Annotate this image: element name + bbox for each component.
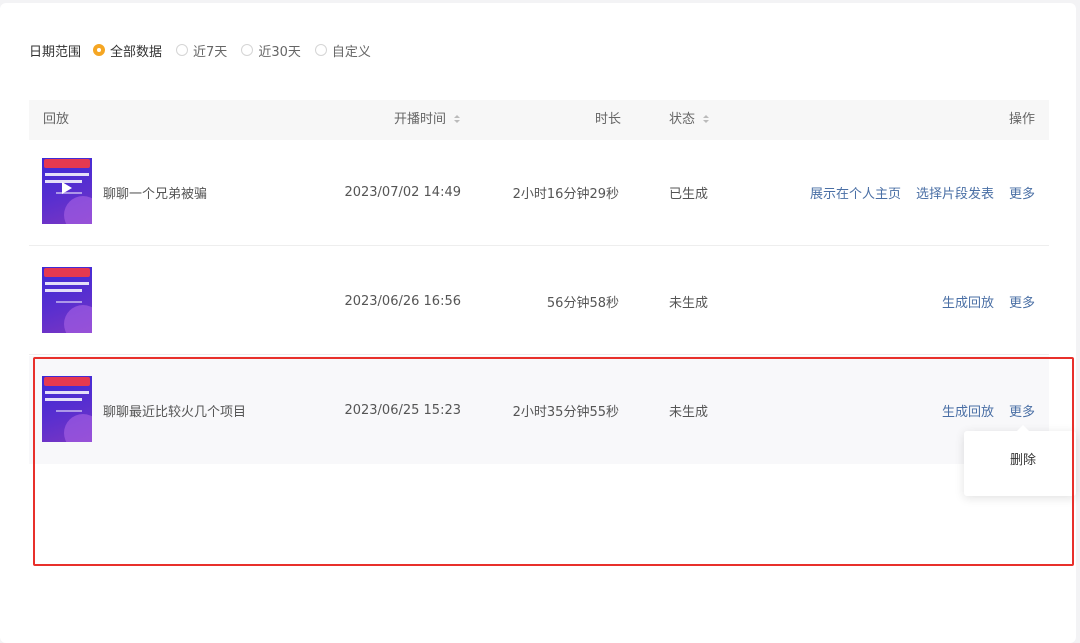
radio-custom[interactable]: 自定义 xyxy=(314,41,371,60)
header-replay: 回放 xyxy=(43,112,70,127)
replay-title: 聊聊最近比较火几个项目 xyxy=(103,404,247,420)
start-time: 2023/06/26 16:56 xyxy=(344,293,461,309)
more-link[interactable]: 更多 xyxy=(1009,292,1035,311)
start-time: 2023/07/02 14:49 xyxy=(344,184,461,200)
play-icon xyxy=(62,182,72,194)
generate-replay-link[interactable]: 生成回放 xyxy=(942,401,994,420)
duration: 2小时16分钟29秒 xyxy=(512,186,619,202)
table-row: 聊聊最近比较火几个项目 2023/06/25 15:23 2小时35分钟55秒 … xyxy=(29,356,1049,464)
sort-icon[interactable] xyxy=(454,114,461,123)
select-clip-link[interactable]: 选择片段发表 xyxy=(916,183,994,202)
duration: 2小时35分钟55秒 xyxy=(512,404,619,420)
table-row: 聊聊一个兄弟被骗 2023/07/02 14:49 2小时16分钟29秒 已生成… xyxy=(29,138,1049,246)
row-actions: 展示在个人主页 选择片段发表 更多 xyxy=(795,138,1035,246)
date-range-label: 日期范围 xyxy=(29,44,82,60)
radio-last-30-days[interactable]: 近30天 xyxy=(241,41,301,60)
table-row: 2023/06/26 16:56 56分钟58秒 未生成 生成回放 更多 xyxy=(29,247,1049,355)
header-status[interactable]: 状态 xyxy=(669,100,710,140)
replay-thumbnail[interactable] xyxy=(42,376,92,442)
content-panel: 日期范围 全部数据 近7天 近30天 自定义 回放 开播时间 时长 状态 操作 … xyxy=(0,3,1076,643)
radio-last-7-days[interactable]: 近7天 xyxy=(176,41,227,60)
more-link[interactable]: 更多 xyxy=(1009,401,1035,420)
sort-icon[interactable] xyxy=(703,114,710,123)
status-text: 已生成 xyxy=(669,186,709,202)
replay-title: 聊聊一个兄弟被骗 xyxy=(103,186,208,202)
more-dropdown-menu: 删除 xyxy=(964,425,1076,496)
table-header: 回放 开播时间 时长 状态 操作 xyxy=(29,100,1049,140)
delete-menu-item[interactable]: 删除 xyxy=(964,431,1076,496)
row-actions: 生成回放 更多 xyxy=(927,247,1035,355)
radio-checked-icon xyxy=(93,44,106,56)
radio-unchecked-icon xyxy=(314,44,327,56)
radio-unchecked-icon xyxy=(176,44,189,56)
radio-all-data[interactable]: 全部数据 xyxy=(93,41,162,60)
more-link[interactable]: 更多 xyxy=(1009,183,1035,202)
header-duration: 时长 xyxy=(595,112,622,127)
replay-thumbnail[interactable] xyxy=(42,158,92,224)
replay-thumbnail[interactable] xyxy=(42,267,92,333)
date-range-filter: 日期范围 全部数据 近7天 近30天 自定义 xyxy=(29,39,385,61)
header-start-time[interactable]: 开播时间 xyxy=(394,100,461,140)
radio-unchecked-icon xyxy=(241,44,254,56)
status-text: 未生成 xyxy=(669,295,709,311)
header-actions: 操作 xyxy=(1008,112,1035,127)
duration: 56分钟58秒 xyxy=(546,295,619,311)
show-on-profile-link[interactable]: 展示在个人主页 xyxy=(810,183,901,202)
start-time: 2023/06/25 15:23 xyxy=(344,402,461,418)
generate-replay-link[interactable]: 生成回放 xyxy=(942,292,994,311)
status-text: 未生成 xyxy=(669,404,709,420)
